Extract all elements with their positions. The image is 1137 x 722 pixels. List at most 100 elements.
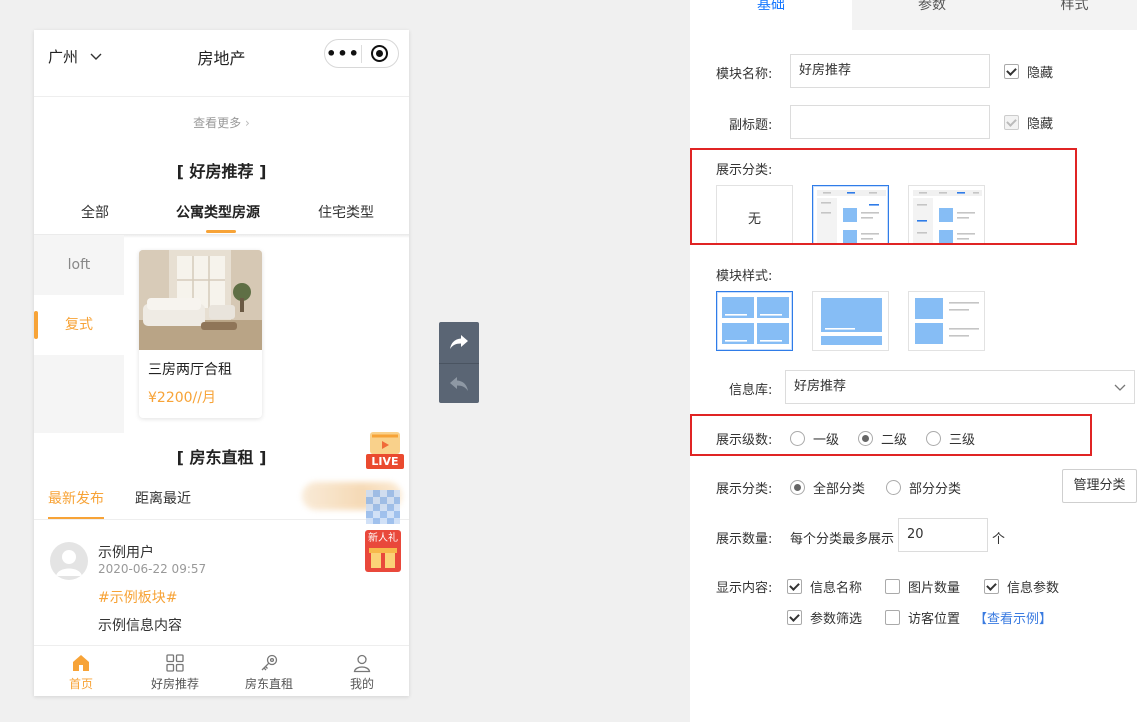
library-select[interactable]: 好房推荐 xyxy=(785,370,1135,404)
hide-label: 隐藏 xyxy=(1027,66,1054,81)
tab-latest[interactable]: 最新发布 xyxy=(48,488,104,508)
listing-card[interactable]: 三房两厅合租 ¥2200//月 xyxy=(139,250,262,418)
manage-category-button[interactable]: 管理分类 xyxy=(1062,469,1137,503)
close-target-icon[interactable] xyxy=(362,45,398,62)
module-name-hide-checkbox[interactable]: 隐藏 xyxy=(1004,62,1053,81)
tab-nearest[interactable]: 距离最近 xyxy=(135,488,191,508)
style-option-banner[interactable] xyxy=(812,291,889,351)
library-selected-value: 好房推荐 xyxy=(794,379,847,394)
tabbar-item-home[interactable]: 首页 xyxy=(34,646,128,692)
tabbar-label-profile: 我的 xyxy=(349,677,374,691)
chevron-right-icon: › xyxy=(245,116,250,130)
subtitle-label: 副标题: xyxy=(729,118,773,133)
tabbar-item-profile[interactable]: 我的 xyxy=(315,646,409,692)
radio-dot xyxy=(886,480,901,495)
content-option-params[interactable]: 信息参数 xyxy=(984,577,1059,596)
key-icon xyxy=(261,654,278,671)
grid-style-icon xyxy=(722,297,789,344)
more-dots-icon[interactable]: ••• xyxy=(325,45,361,61)
live-label: LIVE xyxy=(371,455,399,468)
grid-icon xyxy=(166,654,184,672)
undo-button[interactable] xyxy=(439,363,479,403)
content-option-filter-label: 参数筛选 xyxy=(810,612,863,627)
live-floating-button[interactable]: LIVE xyxy=(366,430,404,470)
new-user-gift-button[interactable]: 新人礼 xyxy=(365,530,401,572)
module-style-label: 模块样式: xyxy=(716,269,773,284)
highlight-box-category xyxy=(690,148,1077,245)
content-option-filter[interactable]: 参数筛选 xyxy=(787,608,862,627)
tab-basic[interactable]: 基础 xyxy=(690,0,852,30)
subtitle-hide-checkbox[interactable]: 隐藏 xyxy=(1004,113,1053,132)
style-option-grid[interactable] xyxy=(716,291,793,351)
tabbar-label-landlord: 房东直租 xyxy=(244,677,293,691)
tab-all[interactable]: 全部 xyxy=(81,202,109,222)
section-title-landlord: [ 房东直租 ] xyxy=(176,448,267,467)
undo-icon xyxy=(450,376,468,391)
content-option-params-label: 信息参数 xyxy=(1007,581,1060,596)
module-name-input[interactable]: 好房推荐 xyxy=(790,54,990,88)
listing-photo xyxy=(139,250,262,350)
radio-dot xyxy=(790,480,805,495)
history-toolbar xyxy=(439,322,479,403)
scope-option-partial-label: 部分分类 xyxy=(909,482,962,497)
count-prefix: 每个分类最多展示 xyxy=(790,532,895,547)
view-example-link[interactable]: 【查看示例】 xyxy=(974,608,1052,627)
highlight-box-levels xyxy=(690,414,1092,456)
sidebar-item-duplex[interactable]: 复式 xyxy=(34,295,124,355)
checkbox-box xyxy=(787,610,802,625)
category-tabs: 全部 公寓类型房源 住宅类型 xyxy=(34,202,409,236)
tabbar-label-home: 首页 xyxy=(68,677,93,691)
count-input[interactable]: 20 xyxy=(898,518,988,552)
scope-option-all[interactable]: 全部分类 xyxy=(790,478,865,497)
checkbox-box xyxy=(984,579,999,594)
chevron-down-icon xyxy=(1114,384,1126,391)
gift-label: 新人礼 xyxy=(368,533,398,544)
library-label: 信息库: xyxy=(729,383,773,398)
tab-params[interactable]: 参数 xyxy=(852,0,1012,30)
blurred-promo-banner xyxy=(302,476,409,524)
redo-button[interactable] xyxy=(439,322,479,362)
post-timestamp: 2020-06-22 09:57 xyxy=(98,562,207,576)
checkbox-box xyxy=(885,579,900,594)
tab-indicator xyxy=(206,230,236,233)
view-more-label: 查看更多 xyxy=(193,116,242,130)
style-option-list[interactable] xyxy=(908,291,985,351)
user-icon xyxy=(353,654,371,673)
count-unit: 个 xyxy=(992,532,1006,547)
post-topic-tag[interactable]: #示例板块# xyxy=(98,587,177,607)
scope-option-partial[interactable]: 部分分类 xyxy=(886,478,961,497)
tabbar-item-landlord[interactable]: 房东直租 xyxy=(222,646,316,692)
phone-preview: 广州 房地产 ••• 查看更多 › [ 好房推荐 ] 全部 公寓类型房源 住宅类… xyxy=(34,30,409,696)
content-option-images[interactable]: 图片数量 xyxy=(885,577,960,596)
tabbar-item-recommend[interactable]: 好房推荐 xyxy=(128,646,222,692)
section-title-recommend: [ 好房推荐 ] xyxy=(176,162,267,181)
category-scope-label: 展示分类: xyxy=(716,482,773,497)
content-option-images-label: 图片数量 xyxy=(908,581,961,596)
mini-program-header: 广州 房地产 ••• xyxy=(34,30,409,97)
tab-style[interactable]: 样式 xyxy=(1012,0,1137,30)
hide-label: 隐藏 xyxy=(1027,117,1054,132)
avatar xyxy=(50,542,88,580)
content-option-name[interactable]: 信息名称 xyxy=(787,577,862,596)
content-label: 显示内容: xyxy=(716,581,773,596)
tab-residence[interactable]: 住宅类型 xyxy=(318,202,374,222)
count-label: 展示数量: xyxy=(716,532,773,547)
content-option-location[interactable]: 访客位置 xyxy=(885,608,960,627)
post-content: 示例信息内容 xyxy=(98,618,182,634)
scope-option-all-label: 全部分类 xyxy=(813,482,866,497)
tab-apartment[interactable]: 公寓类型房源 xyxy=(176,202,260,222)
subtitle-input[interactable] xyxy=(790,105,990,139)
settings-panel: 基础 参数 样式 模块名称: 好房推荐 隐藏 副标题: 隐藏 展示分类: 无 模… xyxy=(690,0,1137,722)
tabbar-label-recommend: 好房推荐 xyxy=(150,677,199,691)
checkbox-box xyxy=(1004,115,1019,130)
landlord-tab-indicator xyxy=(48,517,104,519)
content-option-name-label: 信息名称 xyxy=(810,581,863,596)
sidebar-item-loft[interactable]: loft xyxy=(34,235,124,295)
view-more-link[interactable]: 查看更多 › xyxy=(34,114,409,131)
panel-tabs: 基础 参数 样式 xyxy=(690,0,1137,30)
module-name-label: 模块名称: xyxy=(716,67,773,82)
listing-price: ¥2200//月 xyxy=(148,390,216,406)
list-style-icon xyxy=(915,298,979,344)
checkbox-box xyxy=(1004,64,1019,79)
bottom-tabbar: 首页 好房推荐 房东直租 我的 xyxy=(34,645,409,696)
